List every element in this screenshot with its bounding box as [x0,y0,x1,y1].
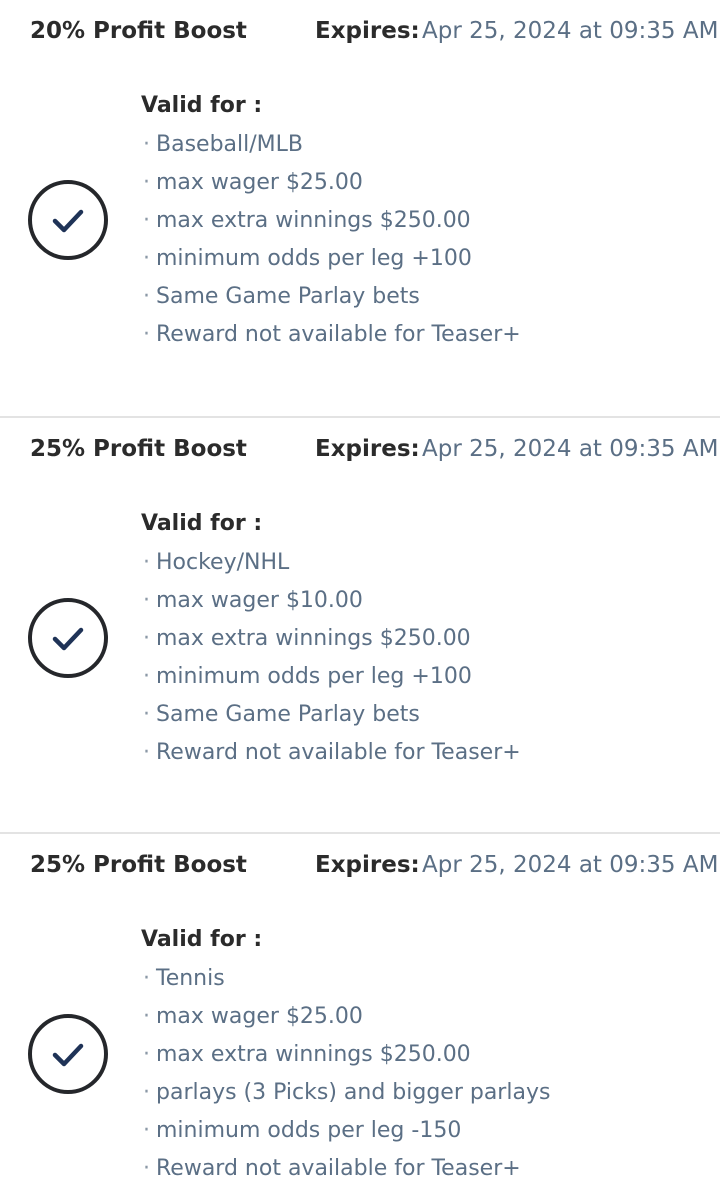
valid-for-label: Valid for : [141,927,263,952]
condition-sport: Baseball/MLB [143,126,521,164]
valid-for-label: Valid for : [141,93,263,118]
condition-min-odds: minimum odds per leg +100 [143,658,521,696]
checkmark-icon [52,627,84,651]
condition-max-wager: max wager $25.00 [143,164,521,202]
condition-exclusion: Reward not available for Teaser+ [143,734,521,772]
profit-boost-offer[interactable]: 25% Profit Boost Expires: Apr 25, 2024 a… [0,832,720,1200]
expires-label: Expires: [315,18,420,44]
condition-sport: Hockey/NHL [143,544,521,582]
expires-date: Apr 25, 2024 at 09:35 AM [422,436,719,462]
condition-bet-type: Same Game Parlay bets [143,278,521,316]
check-circle-icon[interactable] [28,1014,108,1094]
expires-label: Expires: [315,436,420,462]
expires-label: Expires: [315,852,420,878]
condition-max-winnings: max extra winnings $250.00 [143,620,521,658]
expires-date: Apr 25, 2024 at 09:35 AM [422,18,719,44]
check-circle-icon[interactable] [28,180,108,260]
offer-conditions-list: Tennis max wager $25.00 max extra winnin… [143,960,550,1188]
condition-min-odds: minimum odds per leg -150 [143,1112,550,1150]
offer-title: 20% Profit Boost [30,18,247,44]
condition-max-winnings: max extra winnings $250.00 [143,202,521,240]
condition-max-winnings: max extra winnings $250.00 [143,1036,550,1074]
offer-conditions-list: Hockey/NHL max wager $10.00 max extra wi… [143,544,521,772]
valid-for-label: Valid for : [141,511,263,536]
check-circle-icon[interactable] [28,598,108,678]
condition-min-odds: minimum odds per leg +100 [143,240,521,278]
checkmark-icon [52,1043,84,1067]
condition-parlay-size: parlays (3 Picks) and bigger parlays [143,1074,550,1112]
offer-conditions-list: Baseball/MLB max wager $25.00 max extra … [143,126,521,354]
checkmark-icon [52,209,84,233]
condition-sport: Tennis [143,960,550,998]
expires-date: Apr 25, 2024 at 09:35 AM [422,852,719,878]
profit-boost-offer[interactable]: 25% Profit Boost Expires: Apr 25, 2024 a… [0,416,720,832]
condition-max-wager: max wager $25.00 [143,998,550,1036]
offer-title: 25% Profit Boost [30,852,247,878]
condition-max-wager: max wager $10.00 [143,582,521,620]
condition-exclusion: Reward not available for Teaser+ [143,316,521,354]
condition-bet-type: Same Game Parlay bets [143,696,521,734]
condition-exclusion: Reward not available for Teaser+ [143,1150,550,1188]
profit-boost-offer[interactable]: 20% Profit Boost Expires: Apr 25, 2024 a… [0,0,720,416]
offer-title: 25% Profit Boost [30,436,247,462]
